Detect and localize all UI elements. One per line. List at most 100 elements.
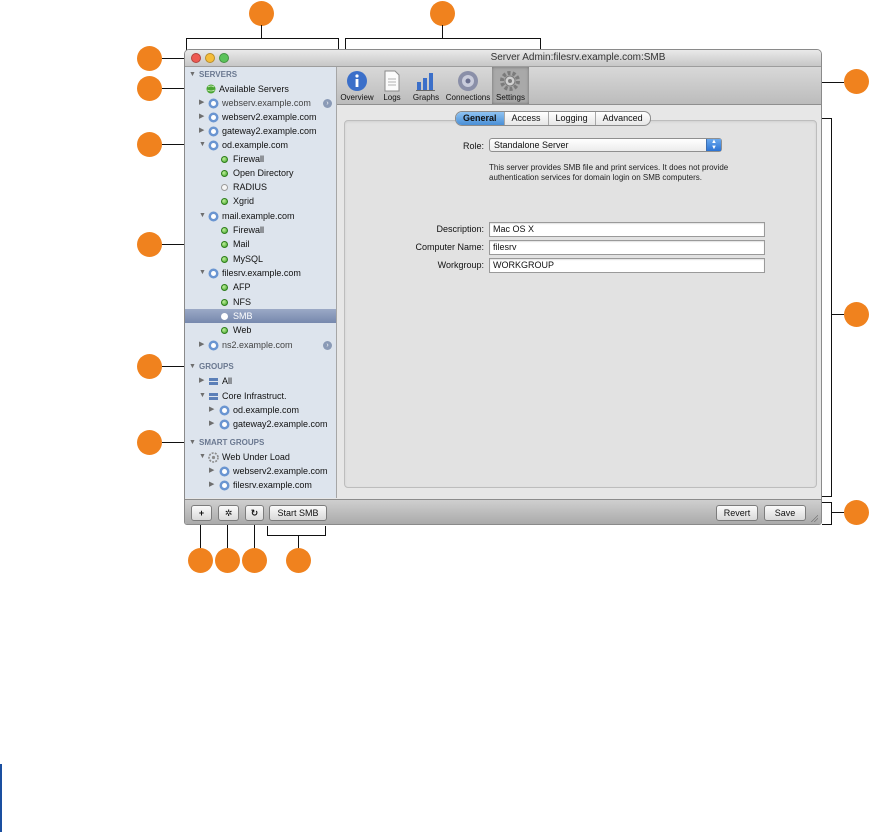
leader-line [831, 118, 832, 497]
available-servers-item[interactable]: Available Servers [185, 82, 336, 96]
disclosure-open-icon[interactable]: ▼ [199, 450, 206, 464]
toolbar-overview[interactable]: Overview [339, 67, 375, 104]
server-icon [208, 268, 219, 279]
tab-advanced[interactable]: Advanced [596, 112, 650, 125]
disclosure-open-icon[interactable]: ▼ [199, 209, 206, 223]
description-field[interactable]: Mac OS X [489, 222, 765, 237]
connect-arrow-icon[interactable]: › [323, 99, 332, 108]
group-core-infrastruct[interactable]: ▼ Core Infrastruct. [185, 389, 336, 403]
service-item-selected[interactable]: SMB [185, 309, 336, 323]
close-button[interactable] [191, 53, 201, 63]
start-service-button[interactable]: Start SMB [269, 505, 327, 521]
disclosure-open-icon[interactable]: ▼ [189, 360, 196, 374]
toolbar-settings[interactable]: Settings [492, 67, 529, 104]
refresh-icon: ↻ [250, 508, 259, 518]
leader-line [831, 512, 844, 513]
sidebar-item-label: Firewall [233, 154, 265, 164]
title-bar[interactable]: Server Admin:filesrv.example.com:SMB [185, 50, 821, 67]
server-mail[interactable]: ▼ mail.example.com [185, 209, 336, 223]
server-webserv[interactable]: ▶ webserv.example.com › [185, 96, 336, 110]
server-webserv2[interactable]: ▶ webserv2.example.com [185, 110, 336, 124]
disclosure-open-icon[interactable]: ▼ [189, 68, 196, 82]
disclosure-open-icon[interactable]: ▼ [199, 266, 206, 280]
revert-button[interactable]: Revert [716, 505, 758, 521]
service-item[interactable]: Mail [185, 237, 336, 251]
disclosure-open-icon[interactable]: ▼ [199, 389, 206, 403]
disclosure-closed-icon[interactable]: ▶ [209, 478, 214, 492]
toolbar-connections[interactable]: Connections [445, 67, 491, 104]
callout-top-toolbar [430, 1, 455, 26]
callout-start-service [286, 548, 311, 573]
server-filesrv[interactable]: ▼ filesrv.example.com [185, 266, 336, 280]
computer-name-field[interactable]: filesrv [489, 240, 765, 255]
smart-group-member[interactable]: ▶ webserv2.example.com [185, 464, 336, 478]
callout-available-servers [137, 76, 162, 101]
connect-arrow-icon[interactable]: › [323, 341, 332, 350]
bar-graph-icon [416, 73, 435, 91]
toolbar-graphs[interactable]: Graphs [409, 67, 443, 104]
service-item[interactable]: Xgrid [185, 194, 336, 208]
disclosure-open-icon[interactable]: ▼ [189, 436, 196, 450]
disclosure-closed-icon[interactable]: ▶ [199, 124, 204, 138]
refresh-button[interactable]: ↻ [245, 505, 264, 521]
section-servers[interactable]: ▼ SERVERS [185, 68, 336, 82]
server-gateway2[interactable]: ▶ gateway2.example.com [185, 124, 336, 138]
smart-group-web-under-load[interactable]: ▼ Web Under Load [185, 450, 336, 464]
tab-general[interactable]: General [456, 112, 505, 125]
sidebar-item-label: Xgrid [233, 196, 255, 206]
service-item[interactable]: Open Directory [185, 166, 336, 180]
workgroup-field[interactable]: WORKGROUP [489, 258, 765, 273]
server-list-sidebar[interactable]: ▼ SERVERS Available Servers ▶ webserv.ex… [185, 67, 337, 498]
disclosure-open-icon[interactable]: ▼ [199, 138, 206, 152]
disclosure-closed-icon[interactable]: ▶ [199, 96, 204, 110]
service-item[interactable]: Firewall [185, 223, 336, 237]
group-all[interactable]: ▶ All [185, 374, 336, 388]
tab-logging[interactable]: Logging [549, 112, 596, 125]
connections-globe-icon [458, 71, 478, 91]
service-item[interactable]: Firewall [185, 152, 336, 166]
server-icon [208, 98, 219, 109]
leader-line [325, 526, 326, 536]
window-title: Server Admin:filesrv.example.com:SMB [490, 52, 666, 63]
service-running-icon [221, 198, 228, 205]
group-member-od[interactable]: ▶ od.example.com [185, 403, 336, 417]
save-button[interactable]: Save [764, 505, 806, 521]
sidebar-item-label: Core Infrastruct. [222, 391, 287, 401]
resize-grip-icon[interactable] [810, 514, 818, 522]
section-groups[interactable]: ▼ GROUPS [185, 360, 336, 374]
sidebar-item-label: gateway2.example.com [233, 419, 328, 429]
toolbar-logs[interactable]: Logs [377, 67, 407, 104]
toolbar-label: Logs [383, 93, 401, 102]
section-label: GROUPS [199, 362, 234, 371]
role-popup[interactable]: Standalone Server ▲ ▼ [489, 138, 722, 152]
callout-bottom-right [844, 500, 869, 525]
disclosure-closed-icon[interactable]: ▶ [199, 374, 204, 388]
action-menu-button[interactable]: ✲ [218, 505, 239, 521]
sidebar-item-label: All [222, 376, 233, 386]
service-item[interactable]: Web [185, 323, 336, 337]
service-item[interactable]: MySQL [185, 252, 336, 266]
service-item[interactable]: AFP [185, 280, 336, 294]
group-member-gateway2[interactable]: ▶ gateway2.example.com [185, 417, 336, 431]
service-item[interactable]: RADIUS [185, 180, 336, 194]
smart-group-member[interactable]: ▶ filesrv.example.com [185, 478, 336, 492]
disclosure-closed-icon[interactable]: ▶ [209, 417, 214, 431]
server-ns2[interactable]: ▶ ns2.example.com › [185, 338, 336, 352]
disclosure-closed-icon[interactable]: ▶ [209, 464, 214, 478]
settings-tabs[interactable]: General Access Logging Advanced [455, 111, 651, 126]
minimize-button[interactable] [205, 53, 215, 63]
callout-content [844, 302, 869, 327]
zoom-button[interactable] [219, 53, 229, 63]
bottom-bar: + ✲ ↻ Start SMB Revert Save [185, 499, 821, 524]
disclosure-closed-icon[interactable]: ▶ [199, 110, 204, 124]
disclosure-closed-icon[interactable]: ▶ [209, 403, 214, 417]
sidebar-item-label: webserv2.example.com [233, 466, 328, 476]
server-od[interactable]: ▼ od.example.com [185, 138, 336, 152]
section-smart-groups[interactable]: ▼ SMART GROUPS [185, 436, 336, 450]
tab-access[interactable]: Access [505, 112, 549, 125]
service-item[interactable]: NFS [185, 295, 336, 309]
leader-line [345, 38, 541, 39]
add-button[interactable]: + [191, 505, 212, 521]
service-running-icon [221, 327, 228, 334]
disclosure-closed-icon[interactable]: ▶ [199, 338, 204, 352]
